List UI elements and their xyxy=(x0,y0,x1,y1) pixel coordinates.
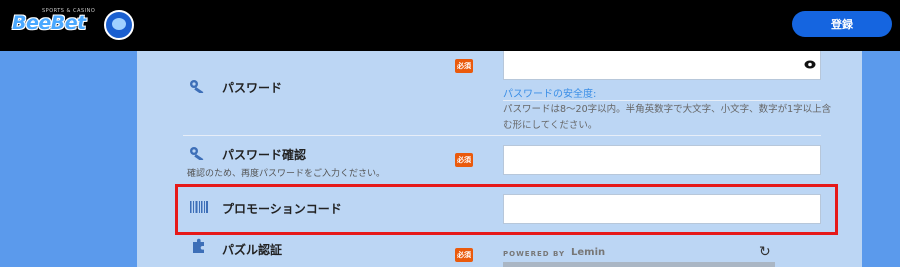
logo-text: BeeBet xyxy=(12,12,86,34)
required-badge: 必須 xyxy=(455,153,473,167)
key-icon xyxy=(190,147,204,160)
eye-icon[interactable] xyxy=(804,60,816,69)
key-icon xyxy=(190,80,204,93)
row-divider xyxy=(183,135,821,136)
password-confirm-label: パスワード確認 xyxy=(222,148,307,162)
captcha-provider: Lemin xyxy=(571,247,606,258)
refresh-icon[interactable]: ↻ xyxy=(759,244,771,260)
password-confirm-input[interactable] xyxy=(503,145,821,175)
site-header: SPORTS & CASINO BeeBet 登録 xyxy=(0,0,900,51)
promo-code-highlight xyxy=(175,184,838,235)
captcha-image-area[interactable] xyxy=(503,262,775,267)
required-badge: 必須 xyxy=(455,59,473,73)
puzzle-icon xyxy=(193,238,204,253)
required-badge: 必須 xyxy=(455,248,473,262)
password-strength-label: パスワードの安全度: xyxy=(503,89,597,100)
strength-divider xyxy=(503,100,821,101)
password-input[interactable] xyxy=(503,51,821,80)
register-button[interactable]: 登録 xyxy=(792,11,892,37)
bee-mascot-icon xyxy=(104,10,134,40)
captcha-widget[interactable]: POWERED BY Lemin ↻ xyxy=(503,240,775,267)
password-label: パスワード xyxy=(222,81,283,95)
puzzle-label: パズル認証 xyxy=(222,243,283,257)
password-confirm-note: 確認のため、再度パスワードをご入力ください。 xyxy=(187,169,386,179)
captcha-powered-by: POWERED BY xyxy=(503,250,566,258)
password-hint: パスワードは8〜20字以内。半角英数字で大文字、小文字、数字が1字以上含む形にし… xyxy=(503,104,832,131)
site-logo[interactable]: SPORTS & CASINO BeeBet xyxy=(12,8,134,42)
